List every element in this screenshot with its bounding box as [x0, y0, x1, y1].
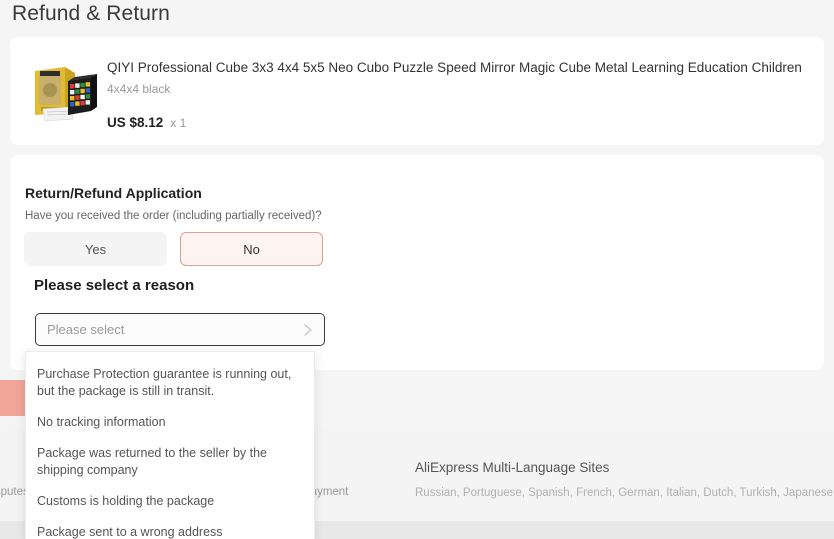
order-received-question: Have you received the order (including p…: [25, 210, 322, 222]
order-received-choice-group: Yes No: [24, 232, 323, 266]
chevron-right-icon: [303, 322, 314, 338]
application-heading: Return/Refund Application: [25, 185, 202, 201]
reason-option[interactable]: No tracking information: [26, 407, 314, 438]
product-card: QIYI Professional Cube 3x3 4x4 5x5 Neo C…: [10, 37, 824, 145]
product-variant: 4x4x4 black: [107, 82, 171, 96]
reason-option[interactable]: Package sent to a wrong address: [26, 517, 314, 539]
page-title: Refund & Return: [12, 2, 170, 25]
return-refund-application-card: Return/Refund Application Have you recei…: [10, 155, 824, 370]
reason-option[interactable]: Purchase Protection guarantee is running…: [26, 359, 314, 407]
product-thumbnail-image: [27, 57, 99, 125]
reason-heading: Please select a reason: [34, 277, 195, 294]
reason-select-input[interactable]: Please select: [35, 313, 325, 346]
reason-option[interactable]: Package was returned to the seller by th…: [26, 438, 314, 486]
product-price-row: US $8.12 x 1: [107, 115, 804, 130]
footer-language-title: AliExpress Multi-Language Sites: [415, 460, 610, 475]
product-cube-image: [27, 57, 99, 125]
reason-dropdown-panel[interactable]: Purchase Protection guarantee is running…: [25, 351, 315, 539]
footer-language-list[interactable]: Russian, Portuguese, Spanish, French, Ge…: [415, 485, 834, 502]
product-price: US $8.12: [107, 115, 164, 130]
product-info: QIYI Professional Cube 3x3 4x4 5x5 Neo C…: [107, 59, 804, 130]
product-quantity: x 1: [170, 116, 187, 130]
choice-yes-button[interactable]: Yes: [24, 232, 167, 266]
footer-language-section: AliExpress Multi-Language Sites Russian,…: [415, 460, 834, 502]
product-title[interactable]: QIYI Professional Cube 3x3 4x4 5x5 Neo C…: [107, 59, 804, 77]
reason-option[interactable]: Customs is holding the package: [26, 486, 314, 517]
reason-select-placeholder: Please select: [47, 322, 125, 337]
choice-no-button[interactable]: No: [180, 232, 323, 266]
